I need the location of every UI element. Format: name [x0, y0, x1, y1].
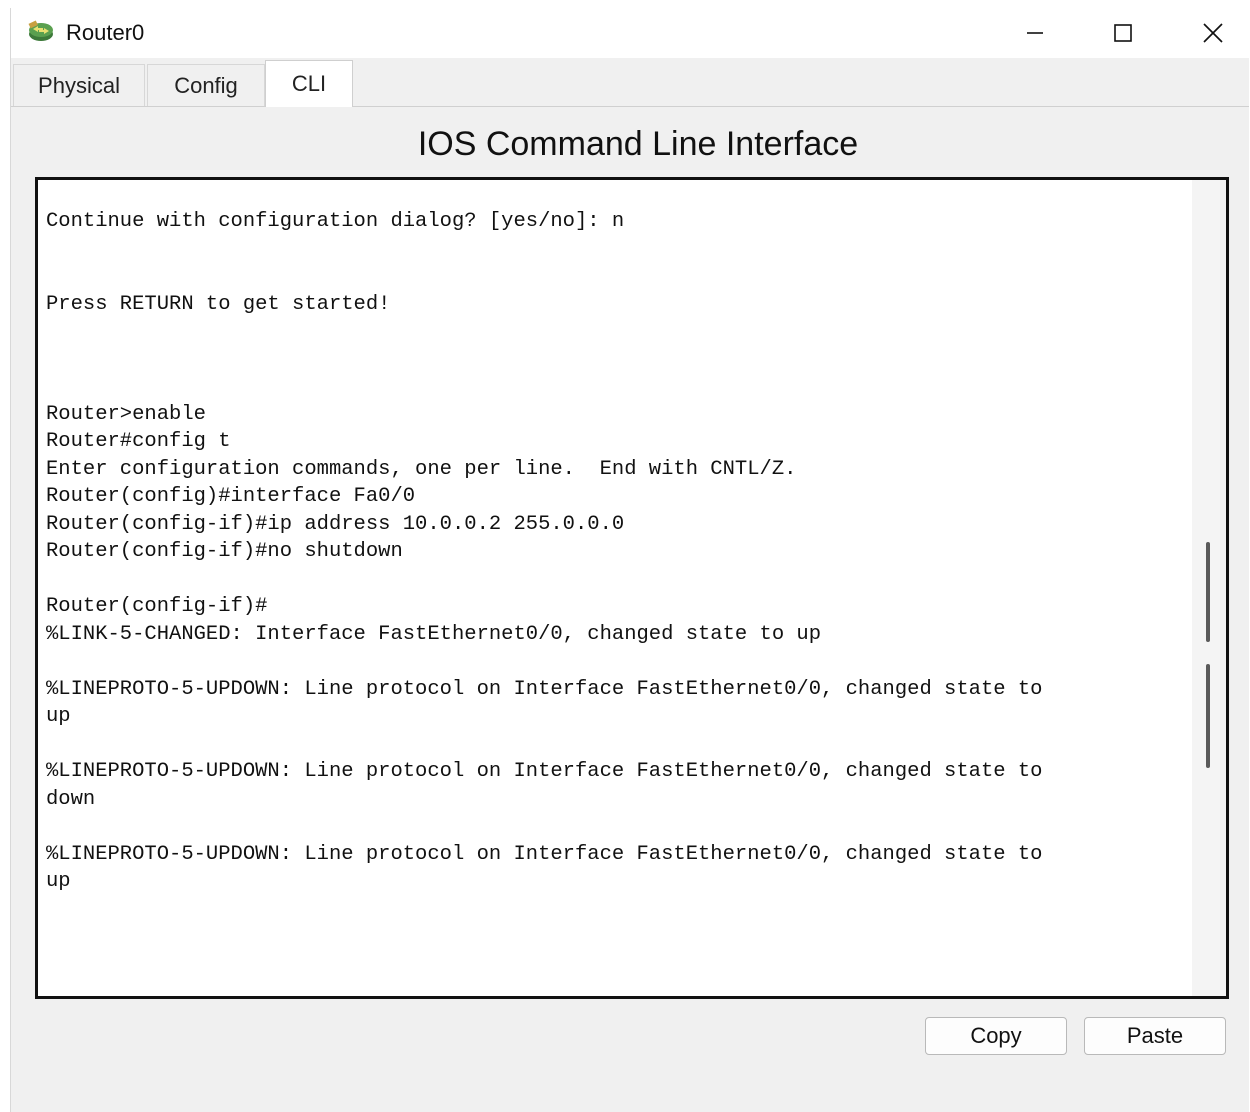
window-title: Router0	[66, 20, 145, 45]
router-app-icon	[27, 18, 55, 44]
cli-panel: IOS Command Line Interface System Config…	[11, 107, 1249, 1112]
paste-button[interactable]: Paste	[1084, 1017, 1226, 1055]
minimize-icon	[1027, 32, 1043, 34]
maximize-icon	[1114, 24, 1132, 42]
close-icon	[1203, 23, 1223, 43]
tab-config[interactable]: Config	[147, 64, 265, 106]
cli-terminal[interactable]: System Configuration Dialog Continue wit…	[35, 177, 1229, 999]
cli-heading: IOS Command Line Interface	[417, 125, 859, 163]
minimize-button[interactable]	[1003, 8, 1067, 58]
tab-bar: Physical Config CLI	[11, 60, 1249, 107]
title-bar[interactable]: Router0	[11, 8, 1249, 58]
tab-physical[interactable]: Physical	[13, 64, 145, 106]
scrollbar-thumb-lower[interactable]	[1206, 664, 1210, 768]
close-button[interactable]	[1181, 8, 1245, 58]
router-window: Router0 Physical Config CLI IOS Command …	[10, 8, 1249, 1112]
terminal-output[interactable]: System Configuration Dialog Continue wit…	[46, 180, 1042, 896]
tab-cli[interactable]: CLI	[265, 60, 353, 107]
terminal-scrollbar[interactable]	[1192, 180, 1226, 996]
copy-button[interactable]: Copy	[925, 1017, 1067, 1055]
maximize-button[interactable]	[1091, 8, 1155, 58]
scrollbar-thumb[interactable]	[1206, 542, 1210, 642]
